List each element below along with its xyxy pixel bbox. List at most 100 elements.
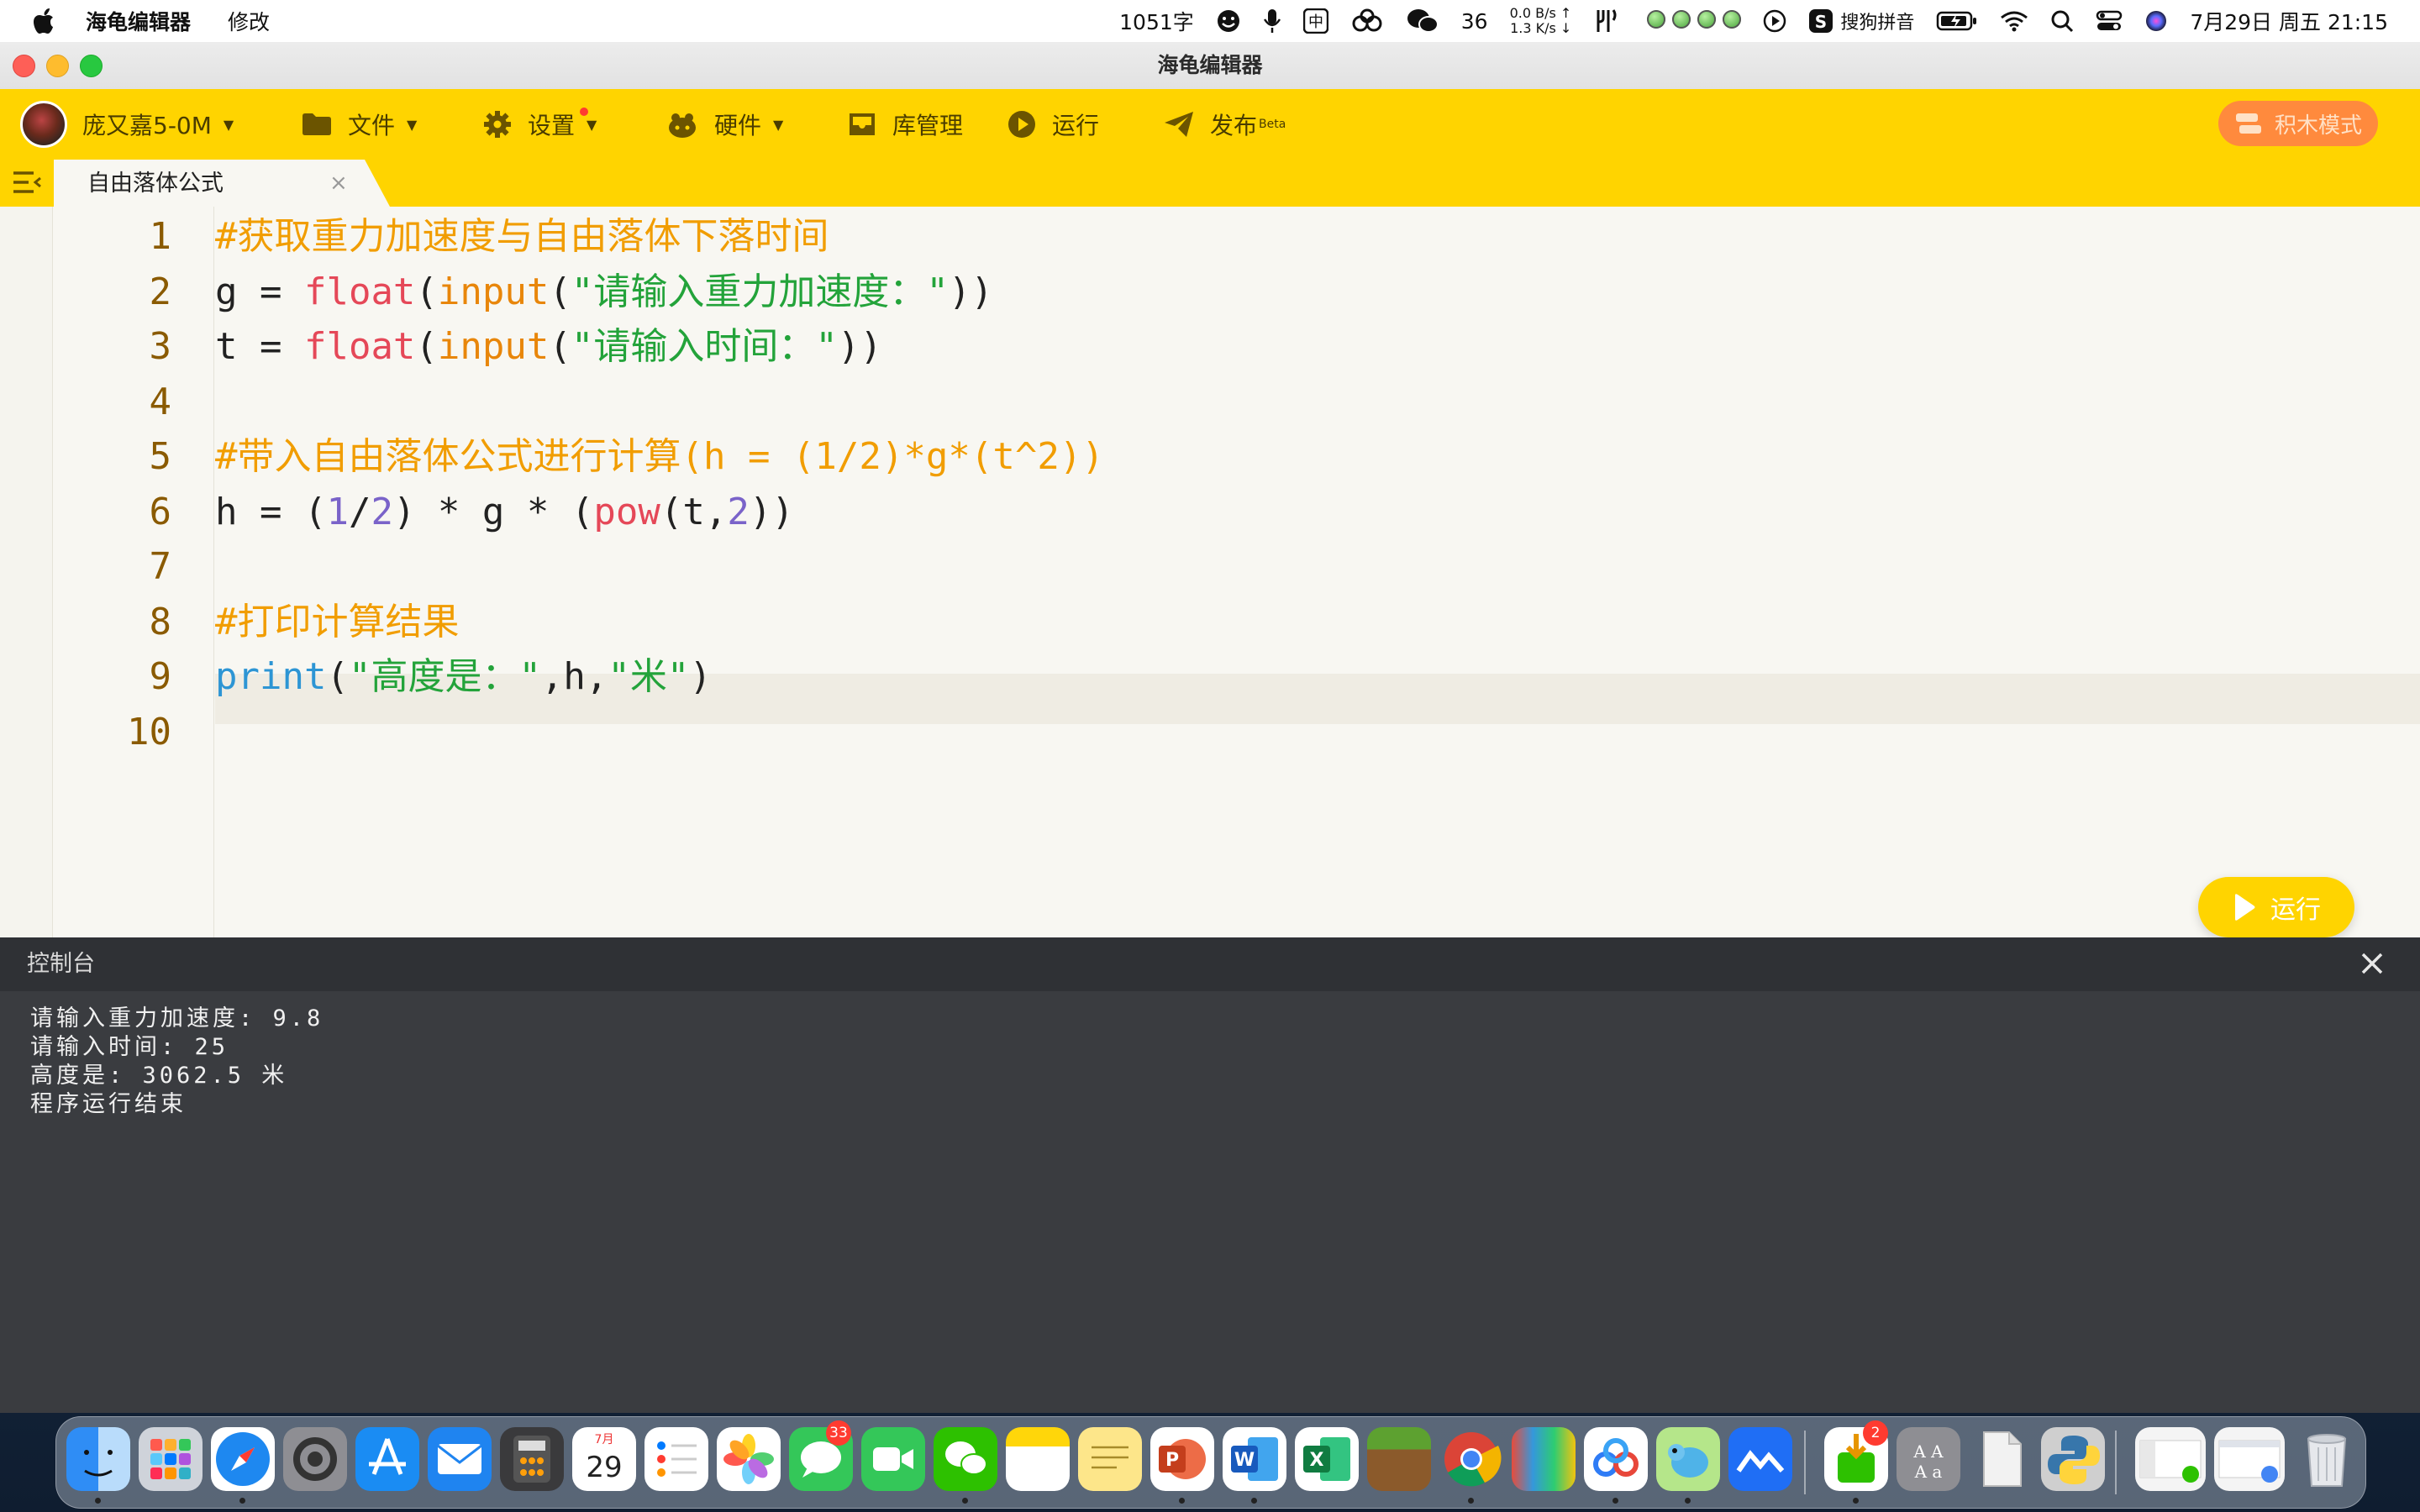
file-menu-label: 文件 — [348, 112, 396, 139]
minecraft-icon[interactable] — [1367, 1427, 1431, 1491]
chrome-icon[interactable] — [1439, 1427, 1503, 1491]
messages-badge: 33 — [826, 1420, 851, 1446]
status-lights[interactable] — [1640, 9, 1742, 34]
notes-icon[interactable] — [1006, 1427, 1070, 1491]
calendar-month: 7月 — [594, 1433, 614, 1446]
console-line: 高度是: 3062.5 米 — [30, 1063, 288, 1089]
system-settings-icon[interactable] — [283, 1427, 347, 1491]
toolbar-run-button[interactable]: 运行 — [1007, 89, 1099, 160]
code-line[interactable]: t = float(input("请输入时间：")) — [215, 322, 882, 372]
play-circle-icon[interactable] — [1763, 9, 1786, 33]
code-line[interactable]: h = (1/2) * g * (pow(t,2)) — [215, 487, 794, 538]
code-line[interactable]: g = float(input("请输入重力加速度：")) — [215, 267, 993, 318]
console-output[interactable]: 请输入重力加速度: 9.8 请输入时间: 25 高度是: 3062.5 米程序运行结… — [30, 1005, 324, 1119]
microphone-icon[interactable] — [1263, 8, 1281, 34]
hardware-menu[interactable]: 硬件 ▼ — [666, 89, 783, 160]
menu-edit[interactable]: 修改 — [228, 6, 270, 36]
code-token: 2 — [727, 490, 750, 533]
dock: 7月 29 33 P W X 2 A AA a — [55, 1416, 2366, 1509]
publish-label: 发布 — [1210, 112, 1258, 139]
wechat-icon[interactable] — [934, 1427, 997, 1491]
battery-icon[interactable] — [1936, 10, 1978, 32]
wechat-status-icon[interactable] — [1406, 8, 1439, 34]
block-mode-button[interactable]: 积木模式 — [2218, 101, 2378, 146]
dock-running-indicator — [1179, 1498, 1185, 1504]
code-token: (t, — [660, 490, 728, 533]
settings-menu[interactable]: 设置 ▼ — [482, 89, 597, 160]
title-bar[interactable]: 海龟编辑器 — [0, 42, 2420, 90]
run-button[interactable]: 运行 — [2198, 877, 2354, 937]
close-tab-icon[interactable]: × — [329, 171, 348, 195]
code-token: )) — [948, 270, 993, 313]
reminders-icon[interactable] — [644, 1427, 708, 1491]
chrome-window-icon[interactable] — [2214, 1427, 2285, 1491]
spotlight-search-icon[interactable] — [2050, 9, 2074, 33]
dock-running-indicator — [1468, 1498, 1474, 1504]
sidebar-toggle-icon[interactable] — [12, 170, 42, 198]
user-menu[interactable]: 庞又嘉5-0M ▼ — [20, 89, 234, 160]
lanhu-icon[interactable] — [1728, 1427, 1792, 1491]
line-number: 7 — [149, 545, 172, 588]
code-token: input — [437, 325, 550, 368]
python-launcher-icon[interactable] — [2041, 1427, 2105, 1491]
siri-icon[interactable] — [2144, 9, 2168, 33]
photos-icon[interactable] — [717, 1427, 781, 1491]
console-header: 控制台 — [0, 937, 2420, 991]
turtle-editor-icon[interactable] — [1656, 1427, 1720, 1491]
line-number: 5 — [149, 435, 172, 478]
code-editor[interactable]: 1 2 3 4 5 6 7 8 9 10 #获取重力加速度与自由落体下落时间 g = float(i… — [0, 207, 2420, 937]
close-console-icon[interactable] — [2358, 949, 2386, 981]
dock-running-indicator — [1251, 1498, 1257, 1504]
launchpad-icon[interactable] — [139, 1427, 203, 1491]
smiley-icon[interactable] — [1216, 8, 1241, 34]
code-line[interactable]: #获取重力加速度与自由落体下落时间 — [215, 212, 829, 262]
baidu-netdisk-status-icon[interactable] — [1350, 8, 1384, 34]
library-manager-button[interactable]: 库管理 — [847, 89, 963, 160]
calendar-day: 29 — [586, 1451, 623, 1484]
dictionary-icon[interactable]: A AA a — [1897, 1427, 1960, 1491]
code-line[interactable]: #带入自由落体公式进行计算(h = (1/2)*g*(t^2)) — [215, 432, 1104, 482]
file-menu[interactable]: 文件 ▼ — [301, 89, 417, 160]
app-store-icon[interactable] — [355, 1427, 419, 1491]
word-icon[interactable]: W — [1223, 1427, 1286, 1491]
sogou-icon[interactable]: S — [1808, 8, 1833, 34]
input-zh-icon[interactable]: 中 — [1302, 8, 1328, 34]
document-icon[interactable] — [1969, 1427, 2033, 1491]
avatar — [20, 101, 67, 148]
console-title: 控制台 — [27, 951, 95, 977]
facetime-icon[interactable] — [861, 1427, 925, 1491]
finder-icon[interactable] — [66, 1427, 130, 1491]
inbox-icon — [850, 113, 875, 135]
console-line: 请输入重力加速度: 9.8 — [30, 1005, 324, 1032]
wechat-window-icon[interactable] — [2135, 1427, 2206, 1491]
run-label: 运行 — [1052, 112, 1100, 139]
stickies-icon[interactable] — [1078, 1427, 1142, 1491]
calendar-icon[interactable]: 7月 29 — [572, 1427, 636, 1491]
powerpoint-icon[interactable]: P — [1150, 1427, 1214, 1491]
books-stack-icon[interactable] — [1512, 1427, 1576, 1491]
chevron-down-icon: ▼ — [773, 116, 784, 133]
excel-icon[interactable]: X — [1295, 1427, 1359, 1491]
trash-icon[interactable] — [2295, 1427, 2359, 1491]
word-count[interactable]: 1051字 — [1119, 6, 1194, 36]
svg-text:中: 中 — [1308, 13, 1323, 31]
publish-button[interactable]: 发布 Beta — [1163, 89, 1286, 160]
input-method-label[interactable]: 搜狗拼音 — [1840, 8, 1914, 34]
clock-datetime[interactable]: 7月29日 周五 21:15 — [2190, 6, 2388, 36]
safari-icon[interactable] — [211, 1427, 275, 1491]
tools-icon[interactable] — [1593, 8, 1618, 34]
user-name: 庞又嘉5-0M — [82, 112, 212, 139]
code-token: ( — [415, 325, 438, 368]
code-line[interactable]: print("高度是：",h,"米") — [215, 652, 712, 702]
mail-icon[interactable] — [428, 1427, 492, 1491]
baidu-netdisk-icon[interactable] — [1584, 1427, 1648, 1491]
dock-running-indicator — [962, 1498, 968, 1504]
wifi-icon[interactable] — [2000, 10, 2028, 32]
code-line[interactable]: #打印计算结果 — [215, 597, 460, 648]
calculator-icon[interactable] — [500, 1427, 564, 1491]
status-light-icon — [1672, 9, 1691, 29]
code-token: "高度是：" — [348, 655, 541, 698]
control-center-icon[interactable] — [2096, 9, 2123, 33]
apple-icon[interactable] — [34, 7, 59, 35]
menu-app-name[interactable]: 海龟编辑器 — [86, 6, 191, 36]
